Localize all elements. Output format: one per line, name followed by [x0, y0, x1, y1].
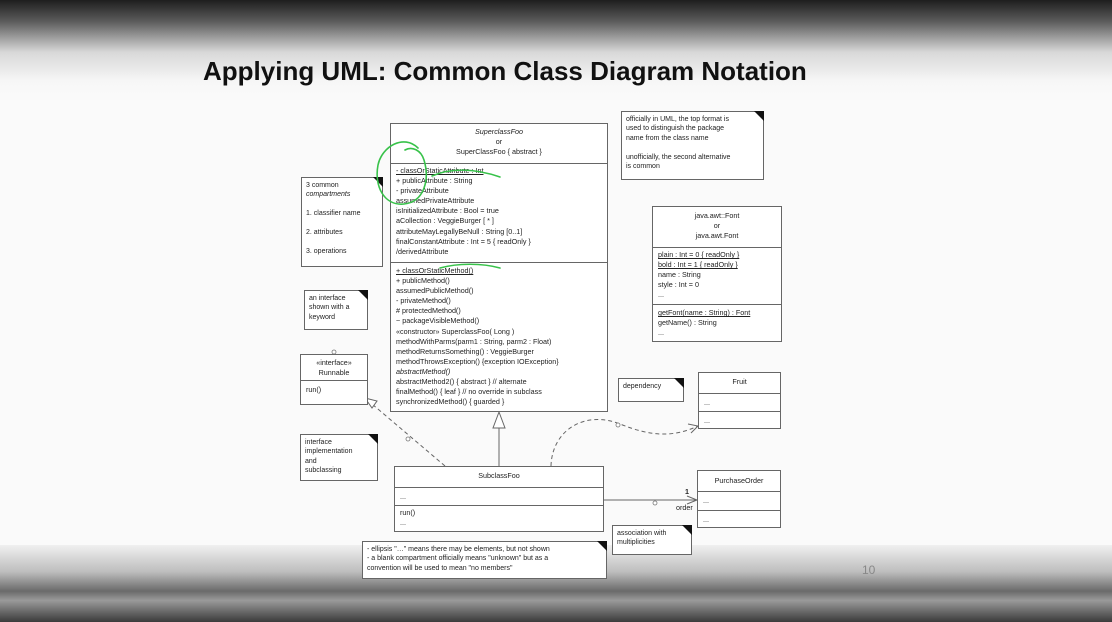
pen-annotation: [376, 141, 501, 269]
page-number: 10: [862, 563, 876, 577]
pen-underline-stroke: [439, 263, 501, 269]
pen-underline-stroke: [431, 169, 501, 178]
pen-circle-stroke: [376, 141, 428, 205]
